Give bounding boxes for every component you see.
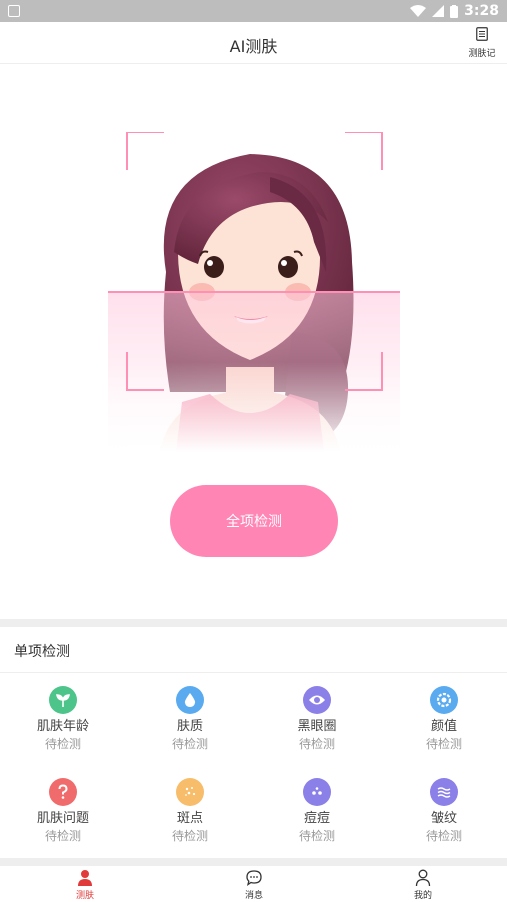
test-item-skin-problems[interactable]: 肌肤问题 待检测 xyxy=(0,766,126,858)
eye-icon xyxy=(303,686,331,714)
spots-icon xyxy=(176,778,204,806)
status-time: 3:28 xyxy=(464,3,499,19)
test-item-status: 待检测 xyxy=(44,737,81,751)
acne-icon xyxy=(303,778,331,806)
test-item-name: 肌肤问题 xyxy=(36,811,89,826)
wrinkle-icon xyxy=(430,778,458,806)
tab-skin-test[interactable]: 测肤 xyxy=(45,866,125,901)
test-item-dark-circles[interactable]: 黑眼圈 待检测 xyxy=(254,674,380,766)
tab-label: 我的 xyxy=(413,891,432,901)
message-icon xyxy=(246,870,262,886)
test-item-appearance[interactable]: 颜值 待检测 xyxy=(381,674,507,766)
test-item-name: 痘痘 xyxy=(303,811,330,826)
wifi-icon xyxy=(410,5,427,17)
tab-messages[interactable]: 消息 xyxy=(214,866,294,901)
single-tests-header: 单项检测 xyxy=(0,627,507,673)
test-item-skin-type[interactable]: 肤质 待检测 xyxy=(127,674,253,766)
test-item-name: 黑眼圈 xyxy=(297,719,337,734)
test-item-name: 颜值 xyxy=(430,719,457,734)
test-item-status: 待检测 xyxy=(425,829,462,843)
tab-label: 测肤 xyxy=(75,891,94,901)
battery-icon xyxy=(450,4,459,18)
test-item-name: 肌肤年龄 xyxy=(36,719,89,734)
test-item-status: 待检测 xyxy=(171,829,208,843)
skin-record-label: 测肤记 xyxy=(468,49,496,59)
bottom-tab-bar: 测肤 消息 我的 xyxy=(0,866,507,901)
water-drop-icon xyxy=(176,686,204,714)
signal-icon xyxy=(432,5,445,17)
document-icon xyxy=(476,27,488,41)
test-item-skin-age[interactable]: 肌肤年龄 待检测 xyxy=(0,674,126,766)
test-item-spots[interactable]: 斑点 待检测 xyxy=(127,766,253,858)
test-item-wrinkles[interactable]: 皱纹 待检测 xyxy=(381,766,507,858)
flower-icon xyxy=(430,686,458,714)
test-item-status: 待检测 xyxy=(425,737,462,751)
test-item-status: 待检测 xyxy=(44,829,81,843)
app-header: AI测肤 测肤记 xyxy=(0,22,507,64)
test-item-status: 待检测 xyxy=(171,737,208,751)
single-tests-grid: 肌肤年龄 待检测 肤质 待检测 黑眼圈 待检测 颜值 待检测 肌肤问题 待检测 … xyxy=(0,674,507,858)
tab-label: 消息 xyxy=(244,891,263,901)
single-tests-title: 单项检测 xyxy=(14,644,70,660)
bottom-divider xyxy=(0,858,507,866)
question-icon xyxy=(49,778,77,806)
test-item-acne[interactable]: 痘痘 待检测 xyxy=(254,766,380,858)
status-icons: 3:28 xyxy=(410,2,499,20)
test-item-status: 待检测 xyxy=(298,737,335,751)
skin-record-button[interactable]: 测肤记 xyxy=(465,26,499,60)
test-item-name: 斑点 xyxy=(176,811,203,826)
test-item-name: 肤质 xyxy=(176,719,203,734)
sprout-icon xyxy=(49,686,77,714)
page-title: AI测肤 xyxy=(229,37,278,56)
face-illustration xyxy=(100,132,410,452)
section-divider xyxy=(0,619,507,627)
notification-icon xyxy=(8,5,20,17)
test-item-status: 待检测 xyxy=(298,829,335,843)
status-bar: 3:28 xyxy=(0,0,507,22)
full-test-button[interactable]: 全项检测 xyxy=(170,485,338,557)
scan-area: 全项检测 xyxy=(0,64,507,619)
test-item-name: 皱纹 xyxy=(430,811,457,826)
profile-icon xyxy=(415,869,431,887)
tab-profile[interactable]: 我的 xyxy=(383,866,463,901)
person-icon xyxy=(78,870,92,886)
